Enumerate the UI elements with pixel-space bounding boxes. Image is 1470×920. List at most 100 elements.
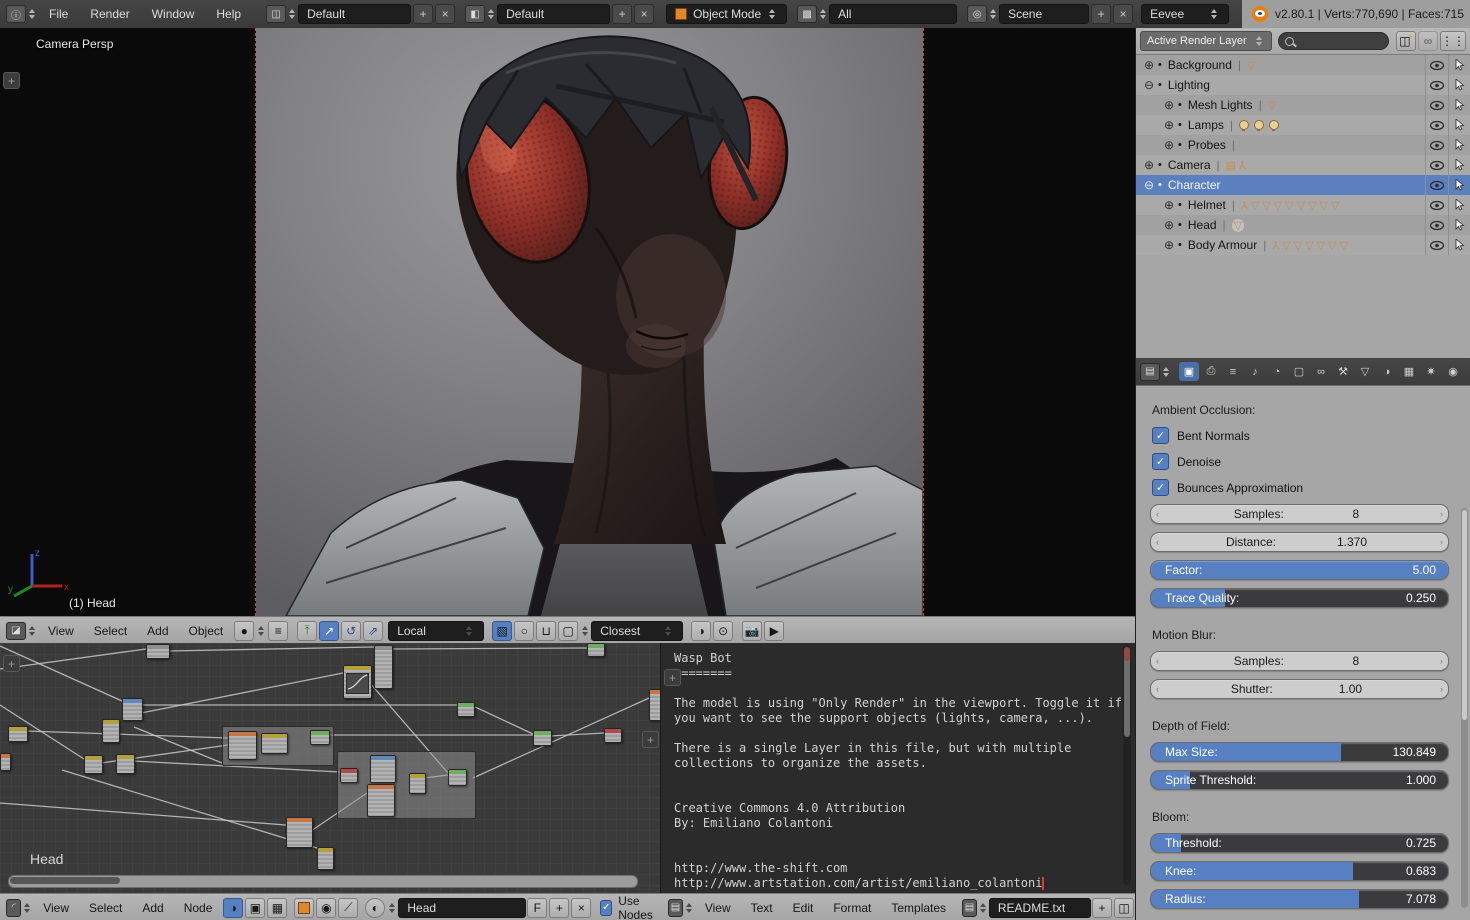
text-editor-type-icon[interactable]: ▤ — [668, 899, 683, 917]
screen-layout-name-field[interactable]: Default — [298, 4, 411, 24]
slider-radius[interactable]: Radius:7.078 — [1150, 889, 1449, 909]
tab-constraints[interactable]: ∞ — [1311, 362, 1331, 381]
eye-icon[interactable] — [1430, 81, 1444, 90]
tab-output[interactable]: ⎙ — [1201, 362, 1221, 381]
node-editor-left-plus-tab[interactable]: + — [3, 655, 20, 672]
overlap-regions-icon[interactable]: ≡ — [268, 621, 288, 641]
tab-material[interactable]: ◑ — [1377, 362, 1397, 381]
add-layout-button[interactable]: + — [413, 4, 433, 24]
shader-node-18[interactable] — [533, 730, 552, 746]
outliner-row-helmet[interactable]: ⊕•Helmet|⅄▽▽▽▽▽▽▽▽ — [1136, 195, 1470, 215]
shader-node-3[interactable] — [122, 698, 143, 721]
expand-toggle-icon[interactable]: ⊕ — [1162, 98, 1176, 112]
use-nodes-checkbox[interactable]: ✓ Use Nodes — [600, 894, 660, 920]
editor-type-spinner[interactable] — [29, 9, 35, 19]
expand-toggle-icon[interactable]: ⊖ — [1142, 78, 1156, 92]
shader-type-linestyle-icon[interactable]: ▦ — [267, 898, 287, 918]
slider-spritethreshold[interactable]: Sprite Threshold:1.000 — [1150, 770, 1449, 790]
expand-toggle-icon[interactable]: ⊕ — [1162, 238, 1176, 252]
slider-knee[interactable]: Knee:0.683 — [1150, 861, 1449, 881]
text-editor-plus-tab[interactable]: + — [664, 669, 681, 686]
outliner-search-input[interactable] — [1278, 32, 1389, 50]
snap-element-icon[interactable]: ▢ — [558, 621, 578, 641]
slider-right-arrow[interactable]: › — [1440, 684, 1443, 694]
scene-spinner[interactable] — [990, 9, 996, 19]
shader-node-8[interactable] — [116, 754, 135, 774]
cursor-icon[interactable] — [1455, 199, 1465, 211]
tab-physics[interactable]: ◉ — [1443, 362, 1463, 381]
view-layer-spinner[interactable] — [820, 9, 826, 19]
fake-user-button[interactable]: F — [527, 898, 547, 918]
render-image-icon[interactable]: 📷 — [742, 621, 762, 641]
checkbox-bounces-approximation[interactable]: ✓Bounces Approximation — [1152, 478, 1449, 497]
expand-toggle-icon[interactable]: ⊕ — [1142, 158, 1156, 172]
material-preview-icon[interactable]: ◐ — [365, 898, 385, 918]
menu-help[interactable]: Help — [205, 7, 252, 21]
render-only-toggle-icon[interactable]: ▧ — [492, 621, 512, 641]
eye-icon[interactable] — [1430, 61, 1444, 70]
selectability-column[interactable] — [1448, 55, 1470, 75]
outliner-display-mode-dropdown[interactable]: Active Render Layer — [1140, 31, 1272, 51]
text-editor[interactable]: Wasp Bot========The model is using "Only… — [660, 643, 1136, 893]
new-collection-button[interactable]: ◫+ — [1396, 31, 1416, 51]
view-layer-field[interactable]: All — [829, 4, 957, 24]
shader-node-4[interactable] — [102, 719, 120, 743]
text-editor-spinner[interactable] — [686, 903, 692, 913]
eye-icon[interactable] — [1430, 181, 1444, 190]
slider-tracequality[interactable]: Trace Quality:0.250 — [1150, 588, 1449, 608]
slider-left-arrow[interactable]: ‹ — [1156, 684, 1159, 694]
viewport-editor-type-icon[interactable]: ◪ — [6, 622, 26, 640]
slider-left-arrow[interactable]: ‹ — [1156, 537, 1159, 547]
link-collection-icon[interactable]: ∞ — [1418, 31, 1438, 51]
slider-right-arrow[interactable]: › — [1440, 656, 1443, 666]
shading-mode-button[interactable]: ● — [234, 621, 254, 641]
eye-icon[interactable] — [1430, 161, 1444, 170]
shader-node-23[interactable] — [649, 689, 660, 721]
shader-node-21[interactable] — [286, 817, 313, 848]
eye-icon[interactable] — [1430, 221, 1444, 230]
shader-node-16[interactable] — [448, 769, 467, 786]
manipulator-scale-icon[interactable]: ⇗ — [363, 621, 383, 641]
visibility-column[interactable] — [1425, 135, 1448, 155]
shader-node-12[interactable] — [340, 768, 358, 783]
properties-editor-type-icon[interactable]: ▤ — [1140, 363, 1160, 381]
tab-scene[interactable]: ♪ — [1245, 362, 1265, 381]
slider-samples[interactable]: ‹Samples:8› — [1150, 504, 1449, 524]
shading-spinner[interactable] — [258, 626, 264, 636]
filter-icon[interactable]: ⋮⋮ — [1440, 31, 1466, 51]
expand-toggle-icon[interactable]: ⊕ — [1162, 118, 1176, 132]
visibility-column[interactable] — [1425, 95, 1448, 115]
selectability-column[interactable] — [1448, 235, 1470, 255]
mode-dropdown[interactable]: Object Mode — [666, 4, 787, 24]
object-context-cube-icon[interactable] — [298, 902, 310, 914]
slider-distance[interactable]: ‹Distance:1.370› — [1150, 532, 1449, 552]
menu-select[interactable]: Select — [84, 624, 137, 638]
slider-maxsize[interactable]: Max Size:130.849 — [1150, 742, 1449, 762]
shader-node-22[interactable] — [317, 847, 334, 870]
text-filename-field[interactable]: README.txt — [989, 898, 1091, 918]
shader-node-7[interactable] — [84, 755, 103, 774]
scene-name-field[interactable]: Scene — [999, 4, 1089, 24]
menu-view[interactable]: View — [33, 901, 79, 915]
properties-editor-spinner[interactable] — [1163, 367, 1169, 377]
selectability-column[interactable] — [1448, 195, 1470, 215]
node-editor-hscrollbar[interactable] — [8, 875, 638, 888]
viewport-sidebar-plus-tab[interactable]: + — [3, 72, 20, 89]
outliner-row-lighting[interactable]: ⊖•Lighting — [1136, 75, 1470, 95]
slider-shutter[interactable]: ‹Shutter:1.00› — [1150, 679, 1449, 699]
shader-node-6[interactable] — [0, 753, 11, 771]
menu-select[interactable]: Select — [79, 901, 132, 915]
view-layer-icon[interactable]: ▩ — [797, 5, 817, 23]
node-editor-type-icon[interactable]: ◜ — [6, 899, 21, 917]
menu-add[interactable]: Add — [132, 901, 173, 915]
selectability-column[interactable] — [1448, 115, 1470, 135]
render-animation-icon[interactable]: ▶ — [764, 621, 784, 641]
shader-node-19[interactable] — [604, 728, 622, 743]
snap-magnet-icon[interactable]: ⊔ — [536, 621, 556, 641]
slider-right-arrow[interactable]: › — [1440, 537, 1443, 547]
tab-data[interactable]: ▽ — [1355, 362, 1375, 381]
menu-window[interactable]: Window — [141, 7, 206, 21]
outliner-row-body-armour[interactable]: ⊕•Body Armour|⅄▽▽▽▽▽▽ — [1136, 235, 1470, 255]
paint-mask-icon[interactable]: ◑ — [691, 621, 711, 641]
cursor-icon[interactable] — [1455, 99, 1465, 111]
